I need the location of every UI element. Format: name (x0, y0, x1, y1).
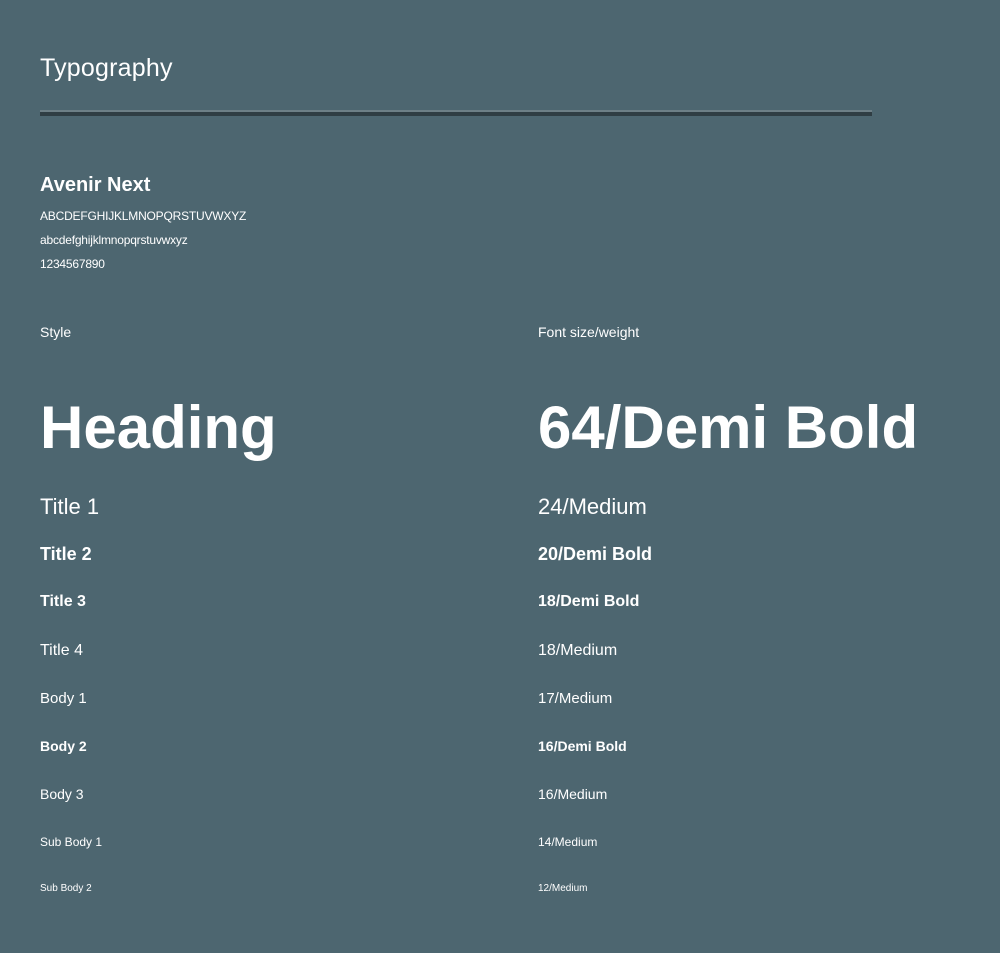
digits-charset: 1234567890 (40, 257, 105, 271)
style-sub-body-1: Sub Body 1 (40, 835, 103, 849)
style-body-3: Body 3 (40, 786, 84, 802)
style-column-header: Style (40, 324, 72, 340)
spec-body-3: 16/Medium (538, 786, 608, 802)
spec-title-3: 18/Demi Bold (538, 593, 640, 610)
spec-title-4: 18/Medium (538, 642, 618, 659)
spec-heading: 64/Demi Bold (538, 394, 919, 461)
lowercase-charset: abcdefghijklmnopqrstuvwxyz (40, 233, 188, 247)
title-divider (40, 110, 872, 116)
spec-body-1: 17/Medium (538, 690, 613, 707)
font-family-name: Avenir Next (40, 174, 151, 196)
spec-body-2: 16/Demi Bold (538, 738, 627, 754)
spec-title-2: 20/Demi Bold (538, 544, 653, 564)
uppercase-charset: ABCDEFGHIJKLMNOPQRSTUVWXYZ (40, 209, 247, 223)
style-title-3: Title 3 (40, 593, 86, 610)
size-weight-column-header: Font size/weight (538, 324, 640, 340)
style-title-2: Title 2 (40, 544, 92, 564)
page-title: Typography (40, 54, 173, 82)
spec-title-1: 24/Medium (538, 494, 647, 519)
style-sub-body-2: Sub Body 2 (40, 883, 92, 894)
spec-sub-body-2: 12/Medium (538, 883, 588, 894)
style-title-1: Title 1 (40, 494, 100, 519)
style-title-4: Title 4 (40, 642, 83, 659)
spec-sub-body-1: 14/Medium (538, 835, 598, 849)
style-body-1: Body 1 (40, 690, 87, 707)
style-heading: Heading (40, 394, 277, 461)
style-body-2: Body 2 (40, 738, 87, 754)
